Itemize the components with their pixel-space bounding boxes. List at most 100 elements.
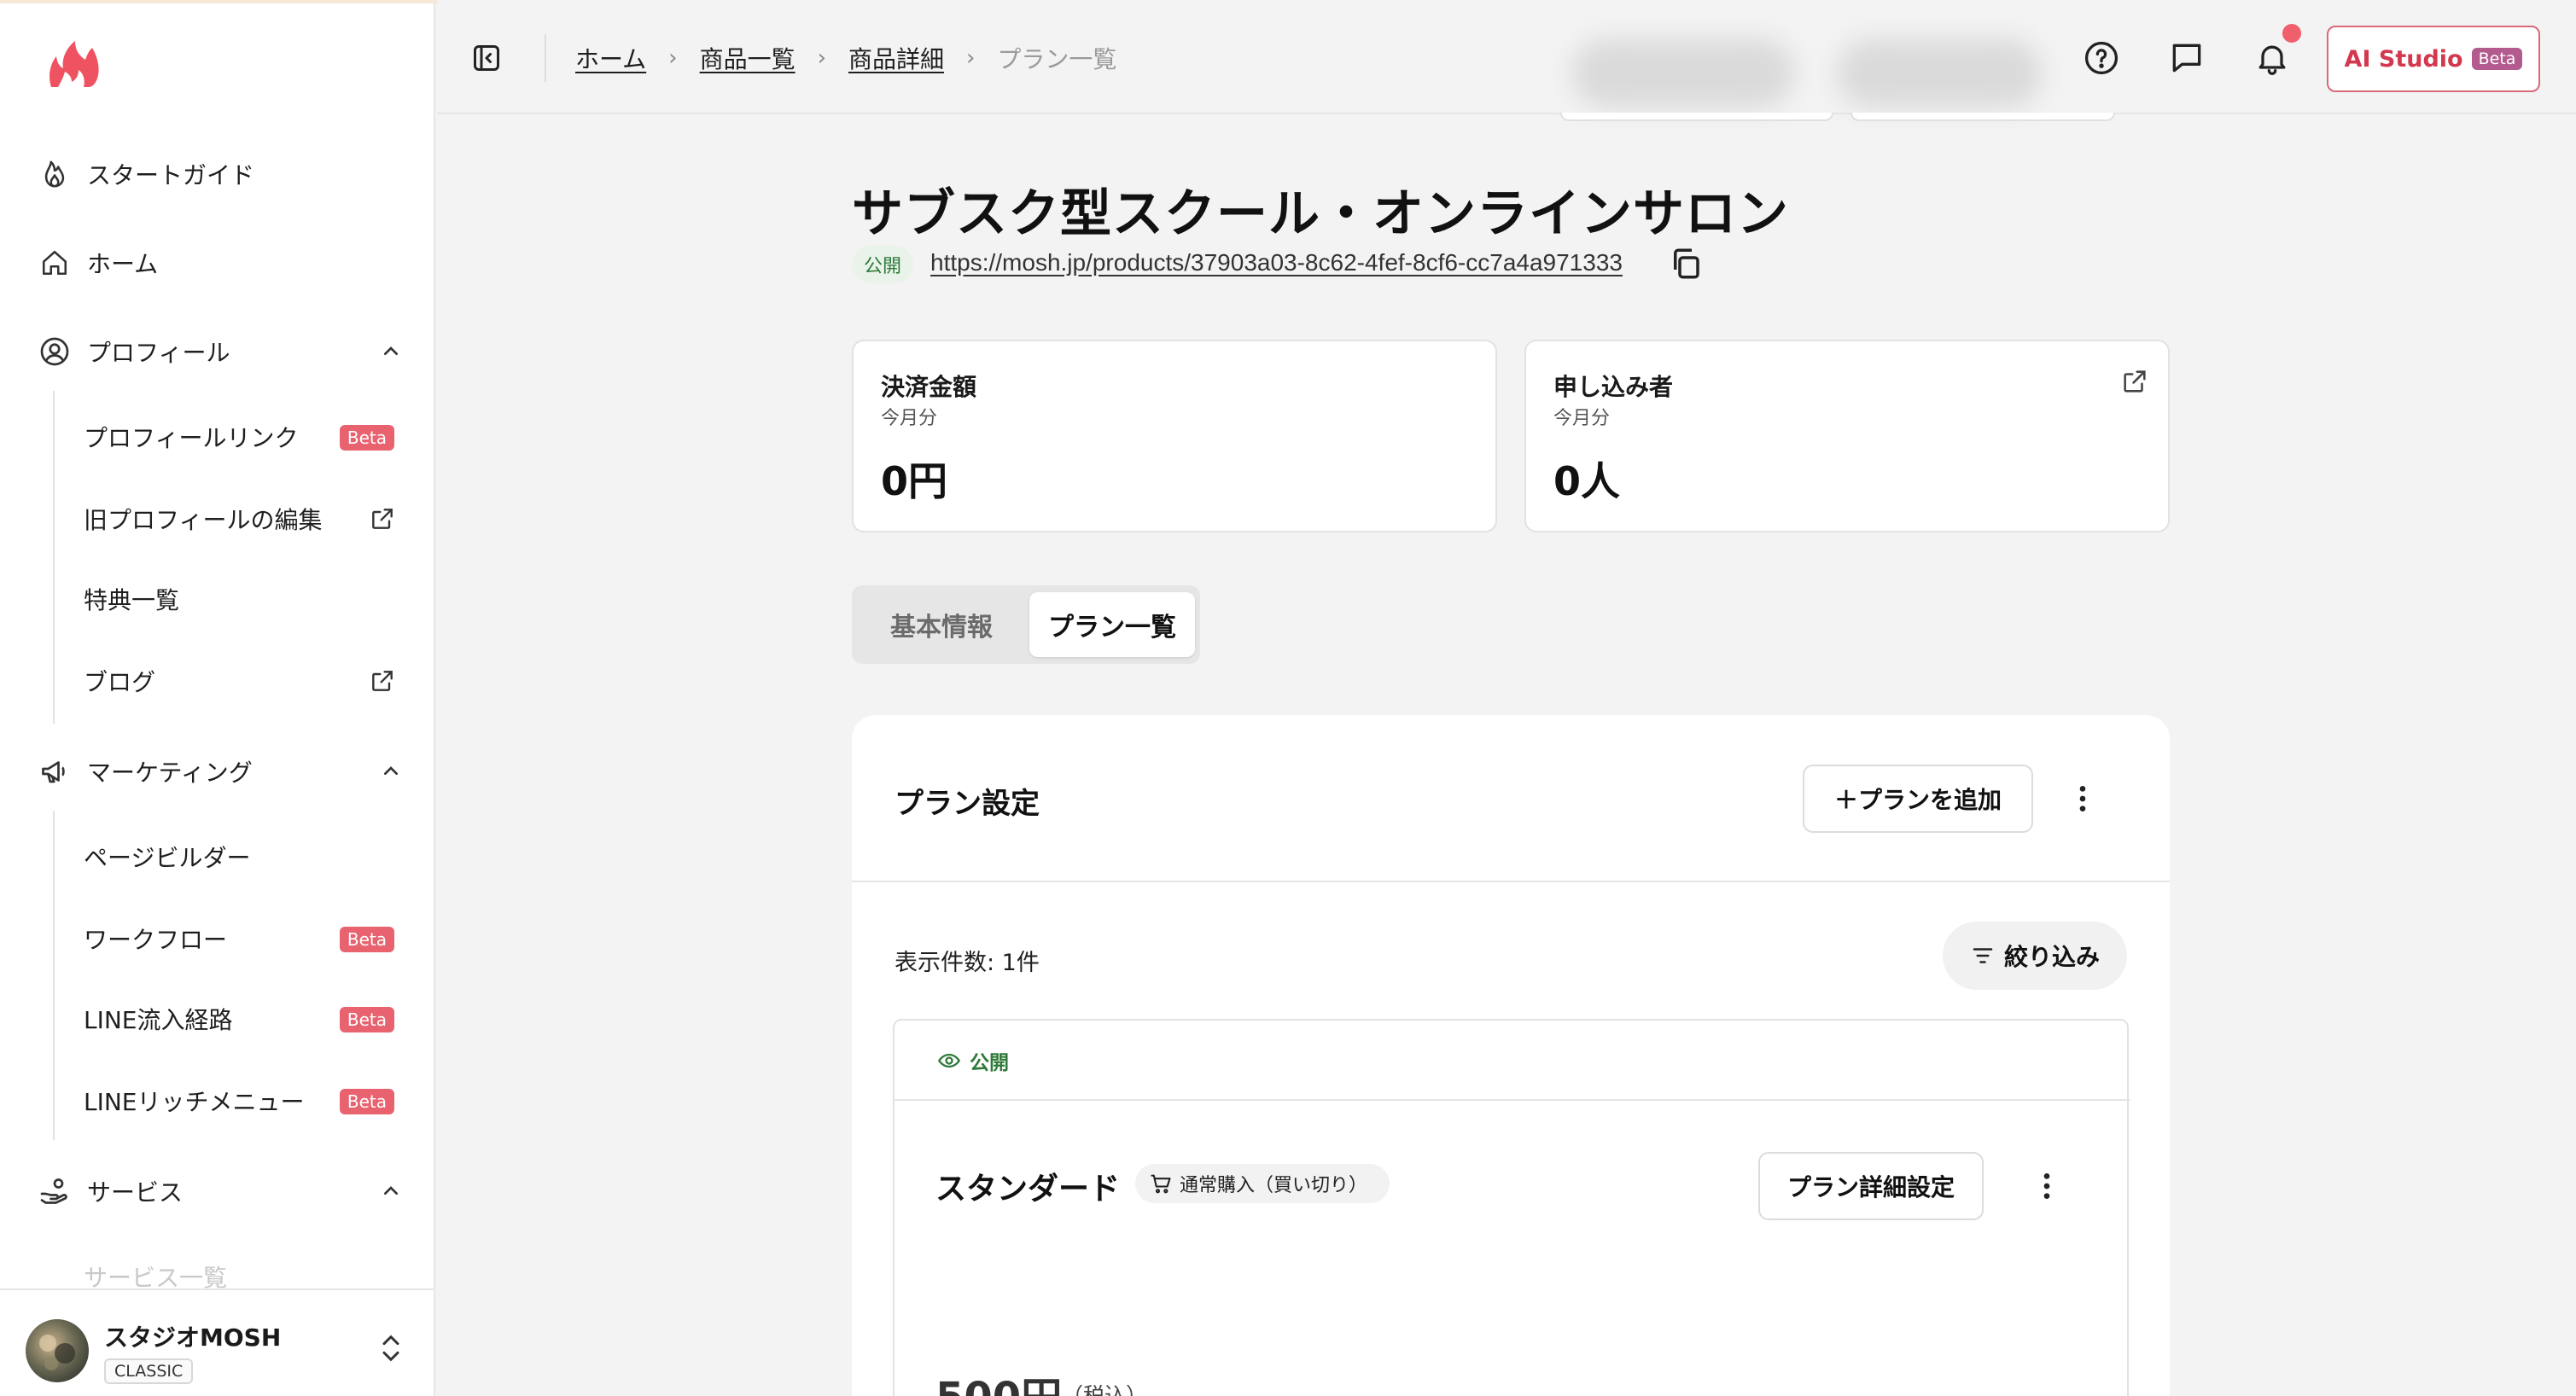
beta-badge: Beta	[339, 927, 394, 952]
stat-period: 今月分	[1553, 408, 1611, 429]
sidebar-item-service[interactable]: サービス	[38, 1166, 405, 1217]
chevron-up-icon[interactable]	[377, 338, 405, 365]
cart-icon	[1151, 1174, 1171, 1194]
sidebar-item-line-inflow[interactable]: LINE流入経路 Beta	[84, 993, 405, 1044]
sidebar-item-label: 旧プロフィールの編集	[84, 506, 323, 534]
tab-group: 基本情報 プラン一覧	[852, 585, 1200, 664]
notification-dot	[2282, 24, 2301, 43]
stat-card-applicants[interactable]: 申し込み者 今月分 0人	[1524, 340, 2170, 532]
sidebar: スタートガイド ホーム プロフィール プロフィールリンク Beta 旧プロフィー…	[0, 0, 435, 1396]
sidebar-item-line-rich-menu[interactable]: LINEリッチメニュー Beta	[84, 1075, 405, 1126]
more-vertical-icon[interactable]	[2030, 1169, 2064, 1203]
submenu-guide-line	[53, 811, 55, 1140]
sidebar-item-profile-link[interactable]: プロフィールリンク Beta	[84, 411, 405, 462]
panel-title: プラン設定	[895, 787, 1040, 821]
avatar	[26, 1319, 89, 1382]
beta-badge: Beta	[339, 1007, 394, 1032]
chevron-right-icon: ›	[817, 45, 826, 71]
top-header: ホーム › 商品一覧 › 商品詳細 › プラン一覧 AI Studio Beta	[437, 0, 2576, 114]
sidebar-item-label: ブログ	[84, 668, 156, 696]
product-url-link[interactable]: https://mosh.jp/products/37903a03-8c62-4…	[930, 249, 1623, 276]
tab-plan-list[interactable]: プラン一覧	[1029, 592, 1195, 657]
mosh-logo[interactable]	[46, 39, 102, 89]
help-circle-icon[interactable]	[2083, 39, 2120, 77]
sidebar-item-old-profile-edit[interactable]: 旧プロフィールの編集	[84, 493, 405, 544]
sidebar-item-profile[interactable]: プロフィール	[38, 326, 405, 377]
sidebar-item-marketing[interactable]: マーケティング	[38, 746, 405, 797]
breadcrumb-current: プラン一覧	[997, 45, 1117, 73]
chat-message-icon[interactable]	[2168, 39, 2206, 77]
user-circle-icon	[38, 334, 72, 369]
sidebar-collapse-icon[interactable]	[471, 43, 502, 73]
stat-card-payment: 決済金額 今月分 0円	[852, 340, 1497, 532]
home-icon	[38, 246, 72, 280]
eye-icon	[937, 1053, 961, 1068]
purchase-type-label: 通常購入（買い切り）	[1180, 1175, 1368, 1196]
plan-status: 公開	[937, 1046, 1009, 1075]
divider	[895, 1099, 2130, 1101]
sidebar-item-label: ワークフロー	[84, 926, 228, 954]
breadcrumb: ホーム › 商品一覧 › 商品詳細 › プラン一覧	[575, 41, 1116, 75]
sidebar-item-label: マーケティング	[87, 759, 253, 787]
sidebar-item-label: ホーム	[87, 250, 159, 278]
stat-value: 0人	[1553, 458, 1621, 504]
sidebar-item-label: サービス	[87, 1178, 184, 1207]
beta-badge: Beta	[339, 425, 394, 451]
stat-label: 申し込み者	[1553, 373, 1674, 401]
sidebar-item-home[interactable]: ホーム	[38, 237, 405, 288]
more-vertical-icon[interactable]	[2066, 782, 2100, 816]
external-link-icon[interactable]	[2120, 367, 2149, 396]
add-plan-button[interactable]: ＋プランを追加	[1803, 765, 2033, 833]
header-divider	[545, 34, 546, 82]
sidebar-item-benefits[interactable]: 特典一覧	[84, 573, 405, 625]
submenu-guide-line	[53, 391, 55, 724]
sidebar-item-label: ページビルダー	[84, 844, 251, 872]
breadcrumb-product-detail[interactable]: 商品詳細	[848, 41, 944, 75]
account-switcher[interactable]: スタジオMOSH CLASSIC	[0, 1288, 434, 1396]
ai-studio-button[interactable]: AI Studio Beta	[2327, 26, 2540, 92]
blurred-region	[1837, 39, 2042, 108]
plan-price: 500円	[935, 1364, 1062, 1396]
flame-outline-icon	[38, 157, 72, 191]
filter-icon	[1973, 948, 1993, 963]
megaphone-icon	[38, 754, 72, 788]
sidebar-item-label: スタートガイド	[87, 161, 255, 189]
sidebar-item-blog[interactable]: ブログ	[84, 655, 405, 707]
filter-label: 絞り込み	[2003, 943, 2100, 971]
plan-badge: CLASSIC	[104, 1358, 194, 1384]
hidden-button-edge	[1560, 113, 1833, 121]
tab-basic-info[interactable]: 基本情報	[857, 592, 1026, 657]
external-link-icon	[372, 509, 393, 529]
app: スタートガイド ホーム プロフィール プロフィールリンク Beta 旧プロフィー…	[0, 0, 2576, 1396]
external-link-icon	[372, 671, 393, 691]
sidebar-item-label: プロフィール	[87, 339, 230, 367]
result-count: 表示件数: 1件	[895, 950, 1040, 976]
sidebar-item-page-builder[interactable]: ページビルダー	[84, 831, 405, 882]
stat-value: 0円	[881, 458, 948, 504]
ai-studio-label: AI Studio	[2344, 45, 2463, 73]
sidebar-item-workflow[interactable]: ワークフロー Beta	[84, 913, 405, 964]
copy-icon[interactable]	[1668, 246, 1704, 282]
blurred-region	[1572, 39, 1794, 108]
sidebar-item-label: LINEリッチメニュー	[84, 1088, 305, 1116]
sidebar-item-label: 特典一覧	[84, 586, 180, 614]
filter-button[interactable]: 絞り込み	[1943, 922, 2127, 990]
status-badge: 公開	[852, 246, 914, 283]
chevron-up-icon[interactable]	[377, 758, 405, 785]
plan-detail-settings-button[interactable]: プラン詳細設定	[1758, 1152, 1984, 1220]
beta-badge: Beta	[339, 1089, 394, 1114]
beta-badge: Beta	[2471, 48, 2523, 70]
plan-settings-panel: プラン設定 ＋プランを追加 表示件数: 1件 絞り込み 公開 スタンダード 通常…	[852, 715, 2170, 1396]
bell-icon[interactable]	[2253, 39, 2291, 77]
purchase-type-tag: 通常購入（買い切り）	[1135, 1164, 1390, 1203]
stat-period: 今月分	[881, 408, 938, 429]
sidebar-item-label: LINE流入経路	[84, 1006, 233, 1034]
breadcrumb-home[interactable]: ホーム	[575, 41, 646, 75]
sidebar-item-start-guide[interactable]: スタートガイド	[38, 148, 405, 200]
plan-status-label: 公開	[970, 1052, 1009, 1074]
stat-label: 決済金額	[881, 373, 977, 401]
chevron-up-down-icon[interactable]	[377, 1331, 405, 1365]
hidden-button-edge	[1850, 113, 2115, 121]
breadcrumb-product-list[interactable]: 商品一覧	[700, 41, 796, 75]
chevron-up-icon[interactable]	[377, 1178, 405, 1205]
